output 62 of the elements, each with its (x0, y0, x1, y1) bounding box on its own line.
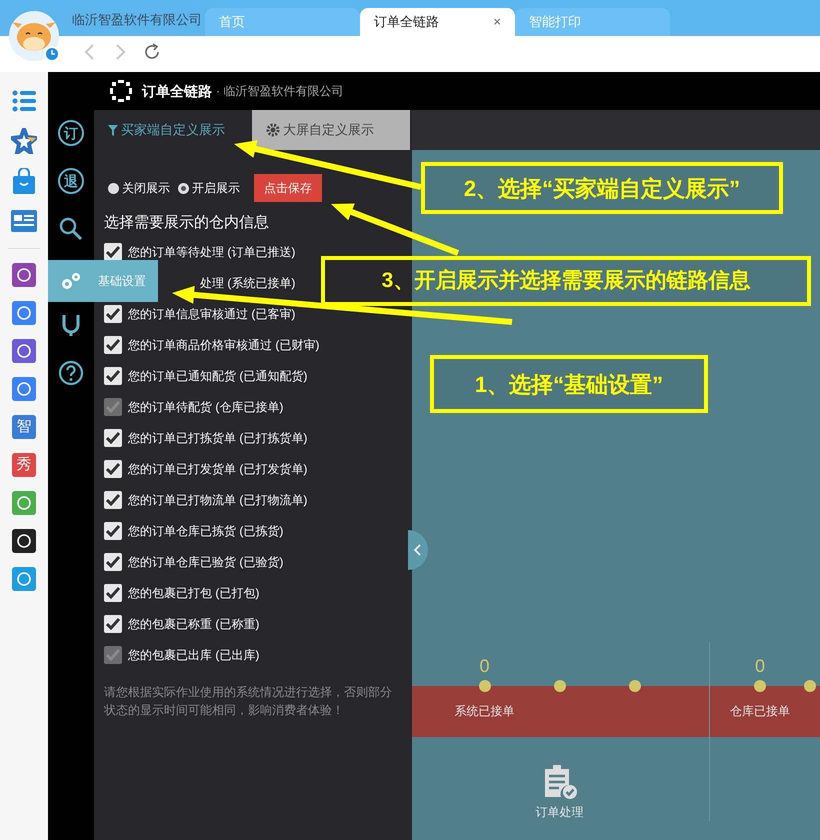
checkbox[interactable] (104, 553, 122, 571)
stage-count: 0 (479, 655, 490, 678)
checkbox[interactable] (104, 367, 122, 385)
app-icon[interactable]: 秀 (12, 453, 36, 477)
checkbox-label[interactable]: 您的订单已打发货单 (已打发货单) (128, 460, 308, 478)
browser-tab[interactable]: 订单全链路 × (360, 8, 515, 36)
logo-icon (110, 80, 132, 102)
profile-name: 临沂智盈软件有限公司 (72, 11, 202, 29)
stage-label: 系统已接单 (454, 703, 514, 720)
checkbox[interactable] (104, 615, 122, 633)
company-name: · 临沂智盈软件有限公司 (216, 83, 344, 100)
checkbox-label[interactable]: 您的订单已打拣货单 (已打拣货单) (128, 429, 308, 447)
checkbox-label[interactable]: 您的包裹已打包 (已打包) (128, 584, 260, 602)
panel-tab[interactable]: 大屏自定义展示 (252, 110, 410, 150)
collapse-handle[interactable] (408, 530, 428, 570)
checkbox[interactable] (104, 429, 122, 447)
close-tab-button[interactable]: × (493, 12, 501, 32)
callout-label: 1、选择“基础设置” (430, 355, 708, 413)
app-icon[interactable] (12, 529, 36, 553)
checkbox[interactable] (104, 243, 122, 261)
radio-option[interactable]: 开启展示 (178, 179, 240, 197)
app-title: 订单全链路 (142, 82, 212, 100)
filter-icon (108, 124, 118, 136)
checkbox-label[interactable]: 您的订单已打物流单 (已打物流单) (128, 491, 308, 509)
stage-label: 仓库已接单 (730, 703, 790, 720)
process-label: 订单处理 (536, 804, 584, 821)
search-icon[interactable] (58, 216, 84, 242)
checkbox[interactable] (104, 584, 122, 602)
card-icon[interactable] (11, 208, 37, 234)
callout-label: 3、开启展示并选择需要展示的链路信息 (321, 256, 811, 306)
star-icon[interactable] (11, 128, 37, 154)
section-heading: 选择需要展示的仓内信息 (103, 213, 270, 233)
panel-tab[interactable]: 买家端自定义展示 (94, 110, 252, 150)
checkbox[interactable] (104, 460, 122, 478)
checkbox-label[interactable]: 处理 (系统已接单) (200, 274, 296, 292)
app-icon[interactable]: 智 (12, 415, 36, 439)
clipboard-check-icon (542, 765, 576, 801)
menu-icon[interactable]: 退 (58, 168, 84, 194)
save-button[interactable]: 点击保存 (254, 174, 322, 202)
gear-icon (266, 123, 280, 137)
checkbox[interactable] (104, 336, 122, 354)
checkbox-label[interactable]: 您的订单等待处理 (订单已推送) (128, 243, 296, 261)
checkbox-label[interactable]: 您的订单已通知配货 (已通知配货) (128, 367, 308, 385)
checkbox[interactable] (104, 305, 122, 323)
checkbox[interactable] (104, 491, 122, 509)
list-icon[interactable] (11, 88, 37, 114)
settings-icon (60, 271, 82, 291)
checkbox-label[interactable]: 您的订单仓库已拣货 (已拣货) (128, 522, 284, 540)
menu-icon[interactable]: 订 (58, 120, 84, 146)
checkbox-label[interactable]: 您的包裹已称重 (已称重) (128, 615, 260, 633)
refresh-icon[interactable] (142, 42, 162, 62)
radio-option[interactable]: 关闭展示 (108, 179, 170, 197)
avatar-icon[interactable] (8, 10, 60, 62)
hint-text: 请您根据实际作业使用的系统情况进行选择，否则部分状态的显示时间可能相同，影响消费者体验！ (103, 684, 393, 718)
checkbox-label[interactable]: 您的订单仓库已验货 (已验货) (128, 553, 284, 571)
help-icon[interactable] (58, 360, 84, 386)
checkbox-label[interactable]: 您的订单信息审核通过 (已客审) (128, 305, 296, 323)
checkbox-label[interactable]: 您的订单商品价格审核通过 (已财审) (128, 336, 320, 354)
stage-count: 0 (754, 655, 765, 678)
checkbox[interactable] (104, 522, 122, 540)
bag-icon[interactable] (11, 168, 37, 194)
callout-label: 2、选择“买家端自定义展示” (421, 162, 783, 214)
